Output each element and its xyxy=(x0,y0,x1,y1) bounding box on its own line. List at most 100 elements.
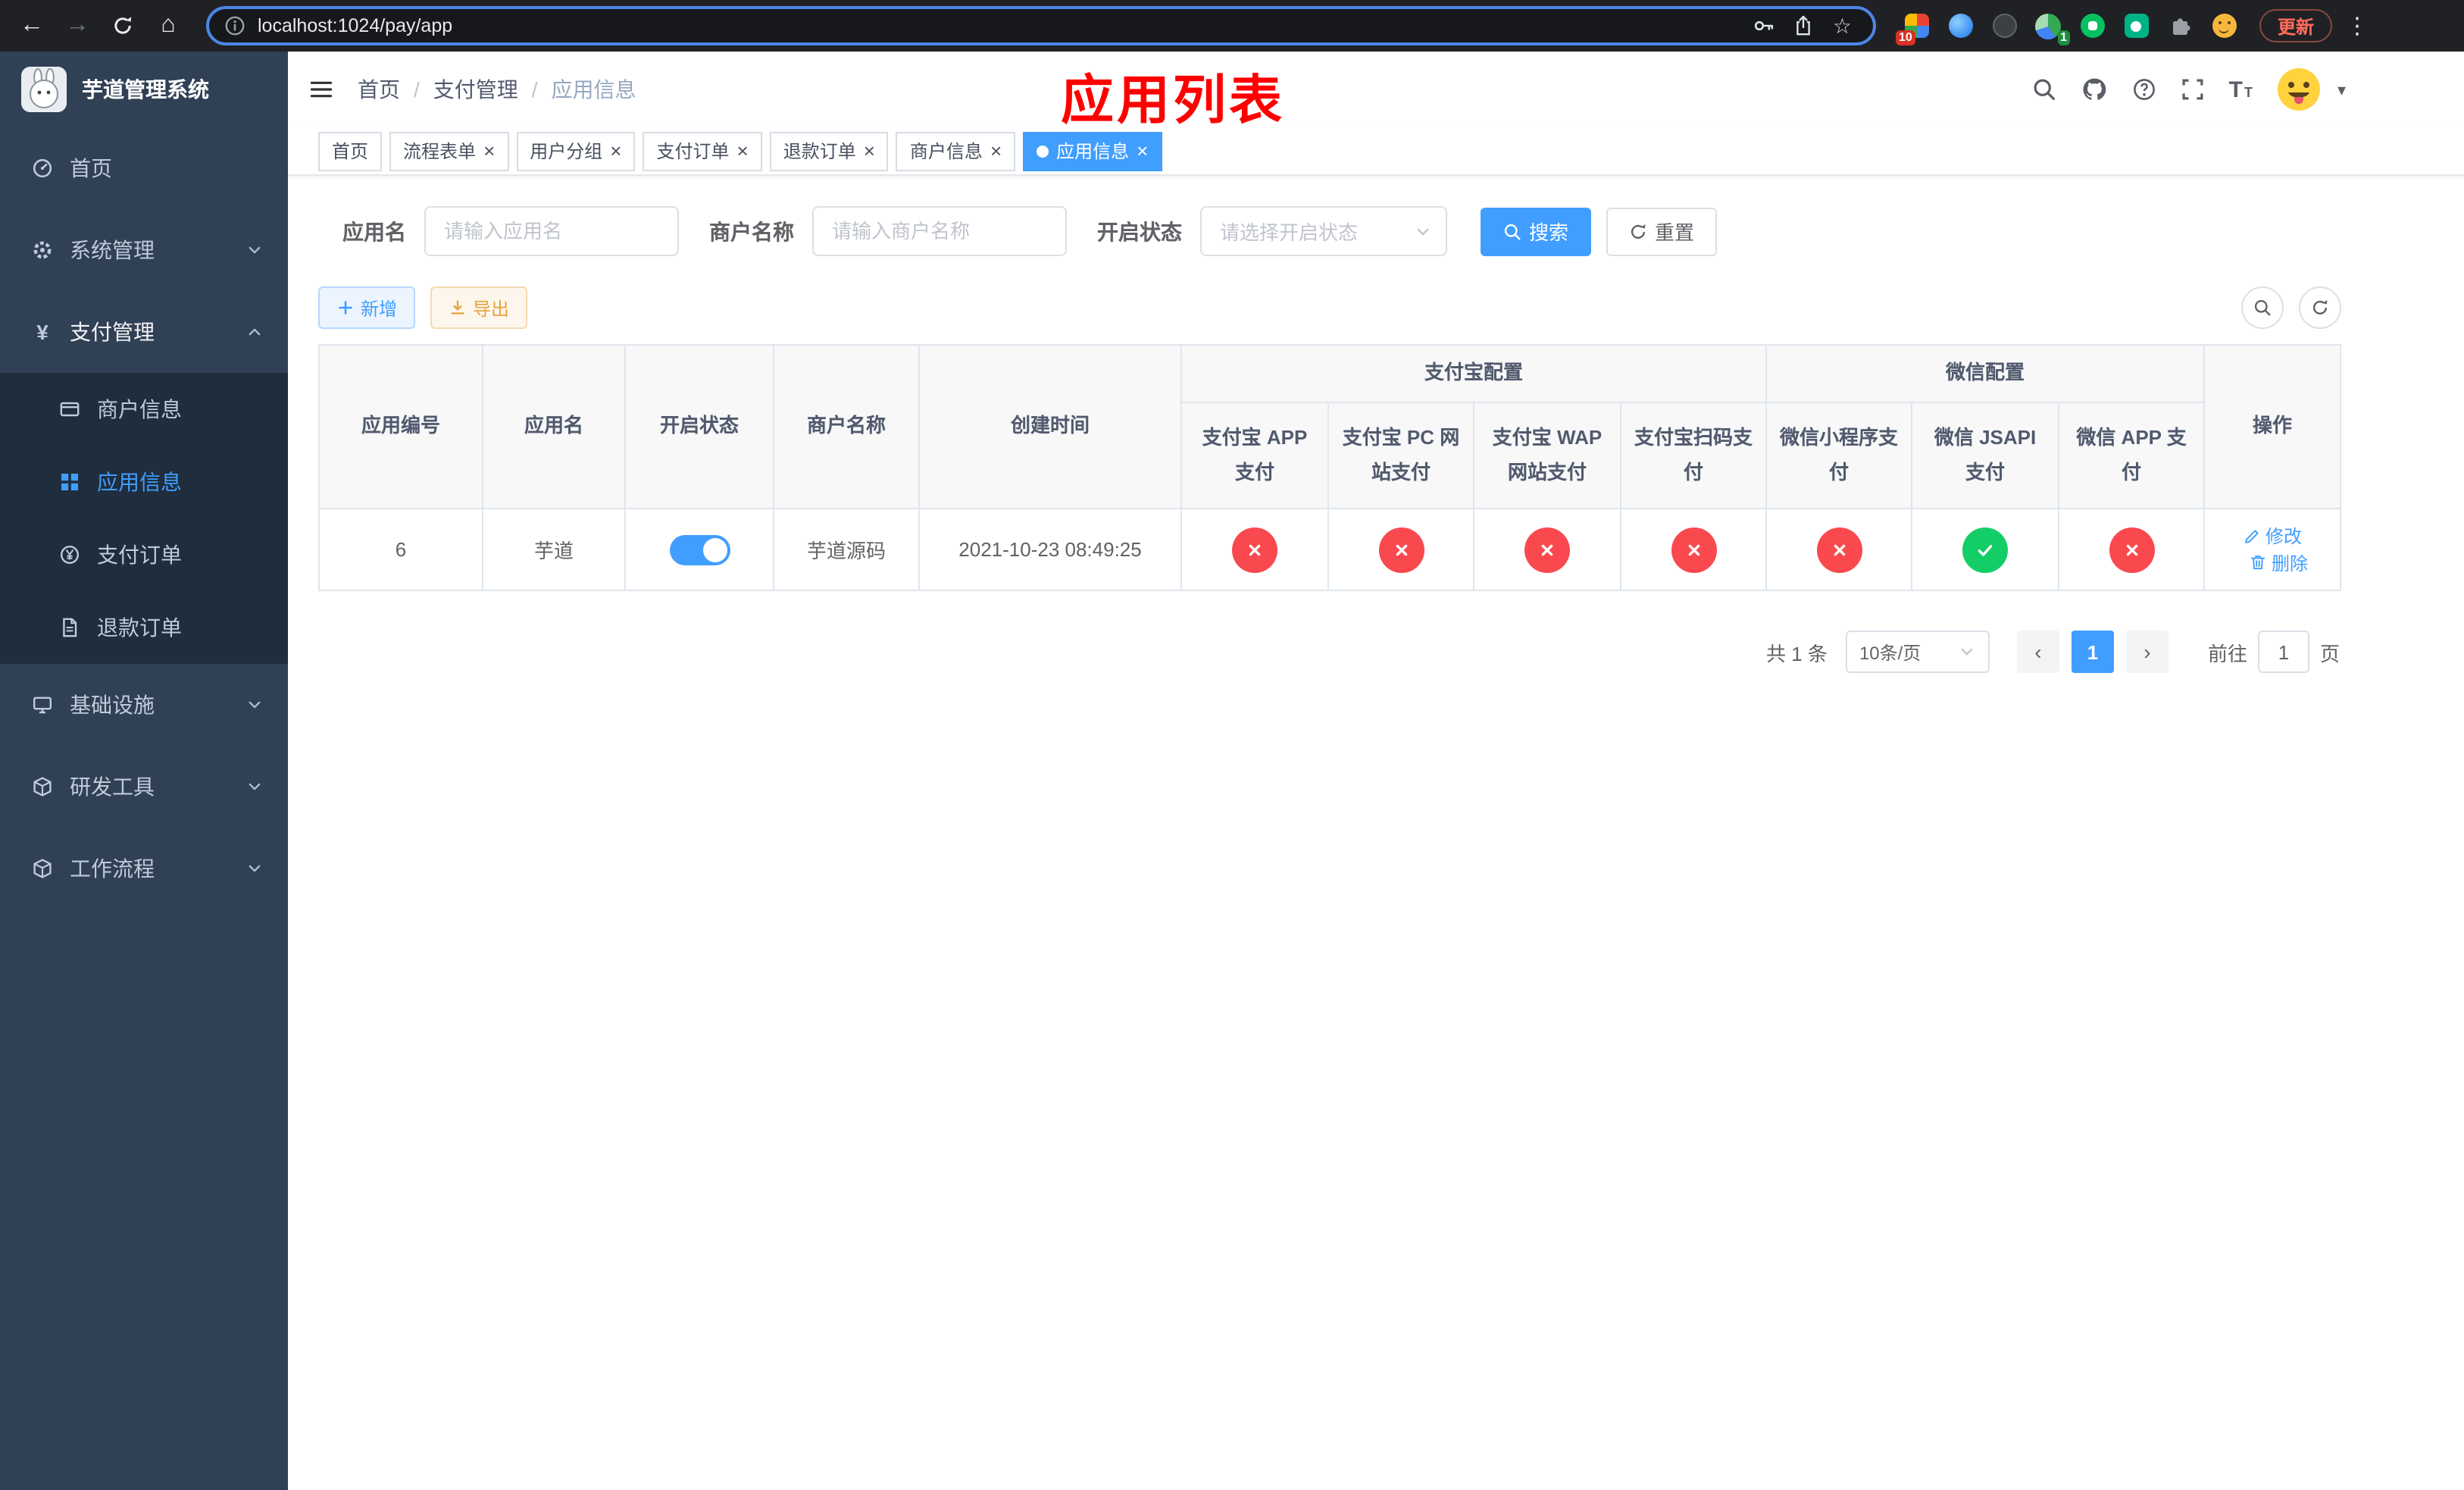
top-navbar: 首页 / 支付管理 / 应用信息 TT ▾ xyxy=(288,52,2464,127)
next-page-button[interactable]: › xyxy=(2125,631,2169,673)
password-key-icon[interactable] xyxy=(1754,15,1775,36)
reset-button[interactable]: 重置 xyxy=(1606,207,1718,255)
user-avatar[interactable] xyxy=(2277,67,2322,112)
extension-face-icon[interactable] xyxy=(2211,12,2238,39)
cell-wechat-mini xyxy=(1765,508,1913,591)
profile-badge: 1 xyxy=(2057,30,2070,45)
config-status-icon xyxy=(1962,527,2009,572)
table-row: 6 芋道 芋道源码 2021-10-23 08:49:25 修改 删除 xyxy=(318,508,2342,591)
config-status-icon xyxy=(1671,527,1716,572)
goto-page-input[interactable] xyxy=(2257,631,2309,673)
toolbar-refresh-button[interactable] xyxy=(2299,286,2341,329)
url-bar[interactable]: localhost:1024/pay/app ☆ xyxy=(206,6,1876,45)
close-icon[interactable]: × xyxy=(990,141,1002,161)
toolbar-search-toggle-button[interactable] xyxy=(2241,286,2284,329)
sidebar-toggle-icon[interactable] xyxy=(309,77,333,102)
sidebar-item-home[interactable]: 首页 xyxy=(0,127,288,209)
sidebar-item-app-info[interactable]: 应用信息 xyxy=(0,446,288,518)
user-menu-caret-icon[interactable]: ▾ xyxy=(2337,80,2346,99)
prev-page-button[interactable]: ‹ xyxy=(2016,631,2059,673)
breadcrumb-pay-management[interactable]: 支付管理 xyxy=(433,74,518,105)
browser-reload-icon[interactable] xyxy=(103,6,142,45)
search-icon[interactable] xyxy=(2032,77,2056,102)
tab-app-info[interactable]: 应用信息 × xyxy=(1023,131,1162,171)
sidebar-item-merchant-info[interactable]: 商户信息 xyxy=(0,373,288,446)
bookmark-star-icon[interactable]: ☆ xyxy=(1833,15,1852,36)
chevron-down-icon xyxy=(245,241,264,259)
page-unit-label: 页 xyxy=(2319,642,2340,665)
sidebar-item-system[interactable]: 系统管理 xyxy=(0,209,288,291)
sidebar-item-workflow[interactable]: 工作流程 xyxy=(0,828,288,909)
close-icon[interactable]: × xyxy=(864,141,875,161)
status-label: 开启状态 xyxy=(1097,219,1182,243)
browser-back-icon[interactable]: ← xyxy=(12,6,52,45)
add-button[interactable]: 新增 xyxy=(318,286,416,329)
breadcrumb-home[interactable]: 首页 xyxy=(358,74,400,105)
breadcrumb-separator: / xyxy=(531,77,538,102)
edit-link[interactable]: 修改 xyxy=(2243,523,2302,549)
tab-pay-order[interactable]: 支付订单 × xyxy=(643,131,762,171)
app-name-input[interactable] xyxy=(424,206,679,256)
site-info-icon[interactable] xyxy=(224,15,245,36)
tab-refund-order[interactable]: 退款订单 × xyxy=(769,131,889,171)
page-number-button[interactable]: 1 xyxy=(2071,631,2114,673)
merchant-name-label: 商户名称 xyxy=(709,219,794,243)
col-merchant: 商户名称 xyxy=(773,344,920,509)
page-size-select[interactable]: 10条/页 xyxy=(1845,631,1990,673)
merchant-name-input[interactable] xyxy=(812,206,1067,256)
extension-blue-icon[interactable] xyxy=(1947,12,1975,39)
browser-menu-icon[interactable]: ⋮ xyxy=(2338,12,2376,39)
extension-colorful-icon[interactable]: 10 xyxy=(1895,12,1931,45)
close-icon[interactable]: × xyxy=(483,141,495,161)
tab-merchant-info[interactable]: 商户信息 × xyxy=(896,131,1016,171)
sidebar-item-refund-order[interactable]: 退款订单 xyxy=(0,591,288,664)
cell-wechat-jsapi xyxy=(1911,508,2060,591)
browser-forward-icon[interactable]: → xyxy=(58,6,97,45)
extensions-puzzle-icon[interactable] xyxy=(2167,12,2194,39)
app-title: 芋道管理系统 xyxy=(82,77,209,102)
delete-link[interactable]: 删除 xyxy=(2249,549,2308,575)
cell-merchant: 芋道源码 xyxy=(773,508,920,591)
col-wechat-mini: 微信小程序支付 xyxy=(1765,402,1913,509)
col-wechat-app: 微信 APP 支付 xyxy=(2058,402,2206,509)
app-logo-row[interactable]: 芋道管理系统 xyxy=(0,52,288,127)
extension-green-circle-icon[interactable] xyxy=(2079,12,2106,39)
dashboard-icon xyxy=(30,156,55,180)
col-alipay-qr: 支付宝扫码支付 xyxy=(1619,402,1768,509)
search-button[interactable]: 搜索 xyxy=(1481,207,1592,255)
close-icon[interactable]: × xyxy=(1137,141,1148,161)
yen-icon: ¥ xyxy=(36,320,48,344)
browser-home-icon[interactable]: ⌂ xyxy=(149,6,188,45)
sidebar-item-pay-order[interactable]: 支付订单 xyxy=(0,518,288,591)
monitor-icon xyxy=(30,693,55,717)
share-icon[interactable] xyxy=(1793,15,1815,36)
extension-green-square-icon[interactable] xyxy=(2123,12,2150,39)
status-select[interactable]: 请选择开启状态 xyxy=(1200,206,1447,256)
github-icon[interactable] xyxy=(2081,76,2108,103)
tab-process-form[interactable]: 流程表单 × xyxy=(389,131,509,171)
export-button[interactable]: 导出 xyxy=(430,286,528,329)
col-created-at: 创建时间 xyxy=(918,344,1182,509)
help-icon[interactable] xyxy=(2132,77,2156,102)
url-text: localhost:1024/pay/app xyxy=(258,15,453,36)
pagination-total: 共 1 条 xyxy=(1766,642,1828,665)
cell-created-at: 2021-10-23 08:49:25 xyxy=(918,508,1182,591)
browser-update-button[interactable]: 更新 xyxy=(2259,9,2332,42)
fullscreen-icon[interactable] xyxy=(2181,77,2205,102)
extensions-area: 10 1 xyxy=(1895,12,2238,45)
sidebar-item-pay[interactable]: ¥ 支付管理 xyxy=(0,291,288,373)
close-icon[interactable]: × xyxy=(610,141,621,161)
sidebar-item-devtools[interactable]: 研发工具 xyxy=(0,746,288,828)
close-icon[interactable]: × xyxy=(737,141,749,161)
tab-user-group[interactable]: 用户分组 × xyxy=(516,131,636,171)
page-content: 应用名 商户名称 开启状态 请选择开启状态 搜索 重置 xyxy=(288,176,2342,673)
profile-avatar-icon[interactable]: 1 xyxy=(2035,12,2070,45)
status-toggle[interactable] xyxy=(669,534,730,565)
tab-home[interactable]: 首页 xyxy=(318,131,383,171)
tags-view: 首页 流程表单 × 用户分组 × 支付订单 × 退款订单 × 商户信息 × 应用… xyxy=(288,127,2464,176)
extension-dark-icon[interactable] xyxy=(1991,12,2018,39)
font-size-icon[interactable]: TT xyxy=(2229,77,2253,102)
sidebar: 芋道管理系统 首页 系统管理 ¥ 支付管理 商户信息 应用信息 支付订单 退款订… xyxy=(0,52,288,1490)
refund-doc-icon xyxy=(58,615,82,640)
sidebar-item-infra[interactable]: 基础设施 xyxy=(0,664,288,746)
